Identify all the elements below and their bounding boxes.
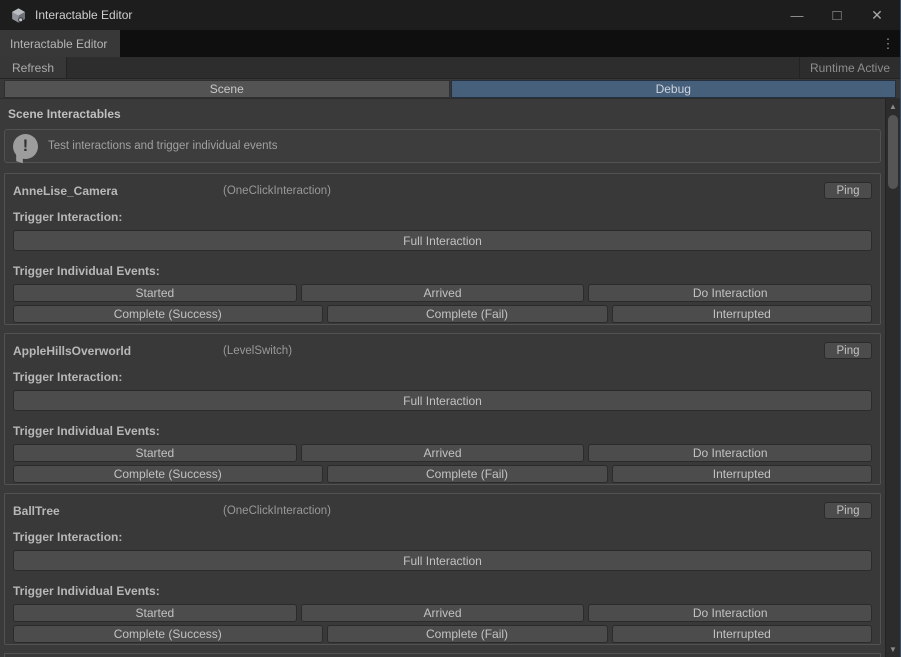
info-text: Test interactions and trigger individual… bbox=[48, 140, 278, 152]
full-interaction-button[interactable]: Full Interaction bbox=[13, 550, 872, 571]
refresh-button[interactable]: Refresh bbox=[0, 57, 67, 78]
section-type: (LevelSwitch) bbox=[223, 345, 292, 357]
section-type: (OneClickInteraction) bbox=[223, 505, 331, 517]
trigger-interaction-label: Trigger Interaction: bbox=[13, 530, 872, 544]
ping-button[interactable]: Ping bbox=[824, 342, 872, 359]
maximize-button[interactable]: □ bbox=[830, 8, 844, 23]
close-button[interactable]: ✕ bbox=[870, 8, 884, 22]
info-bubble-icon: ! bbox=[13, 134, 38, 159]
event-button-do-interaction[interactable]: Do Interaction bbox=[588, 444, 872, 462]
trigger-events-label: Trigger Individual Events: bbox=[13, 264, 872, 278]
event-button-interrupted[interactable]: Interrupted bbox=[612, 465, 872, 483]
event-button-complete-fail[interactable]: Complete (Fail) bbox=[327, 305, 608, 323]
full-interaction-button[interactable]: Full Interaction bbox=[13, 230, 872, 251]
event-button-arrived[interactable]: Arrived bbox=[301, 444, 585, 462]
event-button-complete-fail[interactable]: Complete (Fail) bbox=[327, 465, 608, 483]
info-box: ! Test interactions and trigger individu… bbox=[4, 129, 881, 163]
window-controls: — □ ✕ bbox=[790, 8, 892, 23]
event-button-row: Complete (Success) Complete (Fail) Inter… bbox=[13, 305, 872, 323]
section-name: BallTree bbox=[13, 504, 223, 518]
scrollbar-up-icon[interactable]: ▲ bbox=[886, 100, 900, 113]
panel-heading: Scene Interactables bbox=[8, 107, 873, 121]
section-name: AnneLise_Camera bbox=[13, 184, 223, 198]
view-toggle-row: Scene Debug bbox=[0, 79, 900, 99]
scroll-view: Scene Interactables ! Test interactions … bbox=[0, 107, 881, 657]
interactable-section: BallTree (OneClickInteraction) Ping Trig… bbox=[4, 493, 881, 645]
trigger-interaction-label: Trigger Interaction: bbox=[13, 370, 872, 384]
event-button-interrupted[interactable]: Interrupted bbox=[612, 625, 872, 643]
event-button-row: Complete (Success) Complete (Fail) Inter… bbox=[13, 625, 872, 643]
unity-cube-icon bbox=[10, 7, 27, 24]
event-button-started[interactable]: Started bbox=[13, 604, 297, 622]
event-button-row: Complete (Success) Complete (Fail) Inter… bbox=[13, 465, 872, 483]
section-header: BallTree (OneClickInteraction) Ping bbox=[13, 502, 872, 519]
event-button-row: Started Arrived Do Interaction bbox=[13, 604, 872, 622]
event-button-started[interactable]: Started bbox=[13, 444, 297, 462]
tab-strip-spacer bbox=[120, 30, 876, 57]
event-button-arrived[interactable]: Arrived bbox=[301, 604, 585, 622]
next-section-partial bbox=[4, 653, 881, 657]
scrollbar-down-icon[interactable]: ▼ bbox=[886, 643, 900, 656]
event-button-row: Started Arrived Do Interaction bbox=[13, 284, 872, 302]
scrollbar-thumb[interactable] bbox=[888, 115, 898, 189]
interactable-editor-window: Interactable Editor — □ ✕ Interactable E… bbox=[0, 0, 901, 657]
event-button-complete-success[interactable]: Complete (Success) bbox=[13, 305, 323, 323]
event-button-complete-fail[interactable]: Complete (Fail) bbox=[327, 625, 608, 643]
section-name: AppleHillsOverworld bbox=[13, 344, 223, 358]
ping-button[interactable]: Ping bbox=[824, 502, 872, 519]
toolbar-spacer bbox=[67, 57, 799, 78]
trigger-events-label: Trigger Individual Events: bbox=[13, 584, 872, 598]
window-titlebar: Interactable Editor — □ ✕ bbox=[0, 0, 900, 30]
tab-strip: Interactable Editor ⋮ bbox=[0, 30, 900, 57]
interactable-section: AnneLise_Camera (OneClickInteraction) Pi… bbox=[4, 173, 881, 325]
event-button-complete-success[interactable]: Complete (Success) bbox=[13, 625, 323, 643]
runtime-active-label: Runtime Active bbox=[799, 57, 900, 78]
event-button-started[interactable]: Started bbox=[13, 284, 297, 302]
event-button-complete-success[interactable]: Complete (Success) bbox=[13, 465, 323, 483]
scene-toggle-button[interactable]: Scene bbox=[4, 80, 450, 98]
content-area: Scene Interactables ! Test interactions … bbox=[0, 99, 900, 657]
full-interaction-button[interactable]: Full Interaction bbox=[13, 390, 872, 411]
toolbar: Refresh Runtime Active bbox=[0, 57, 900, 79]
window-title: Interactable Editor bbox=[35, 8, 132, 22]
kebab-menu-icon[interactable]: ⋮ bbox=[876, 30, 900, 57]
event-button-do-interaction[interactable]: Do Interaction bbox=[588, 604, 872, 622]
section-type: (OneClickInteraction) bbox=[223, 185, 331, 197]
tab-interactable-editor[interactable]: Interactable Editor bbox=[0, 30, 120, 57]
section-header: AppleHillsOverworld (LevelSwitch) Ping bbox=[13, 342, 872, 359]
event-button-do-interaction[interactable]: Do Interaction bbox=[588, 284, 872, 302]
event-button-interrupted[interactable]: Interrupted bbox=[612, 305, 872, 323]
interactable-section: AppleHillsOverworld (LevelSwitch) Ping T… bbox=[4, 333, 881, 485]
event-button-arrived[interactable]: Arrived bbox=[301, 284, 585, 302]
trigger-events-label: Trigger Individual Events: bbox=[13, 424, 872, 438]
minimize-button[interactable]: — bbox=[790, 9, 804, 22]
section-header: AnneLise_Camera (OneClickInteraction) Pi… bbox=[13, 182, 872, 199]
ping-button[interactable]: Ping bbox=[824, 182, 872, 199]
debug-toggle-button[interactable]: Debug bbox=[451, 80, 897, 98]
vertical-scrollbar[interactable]: ▲ ▼ bbox=[885, 99, 900, 657]
trigger-interaction-label: Trigger Interaction: bbox=[13, 210, 872, 224]
event-button-row: Started Arrived Do Interaction bbox=[13, 444, 872, 462]
